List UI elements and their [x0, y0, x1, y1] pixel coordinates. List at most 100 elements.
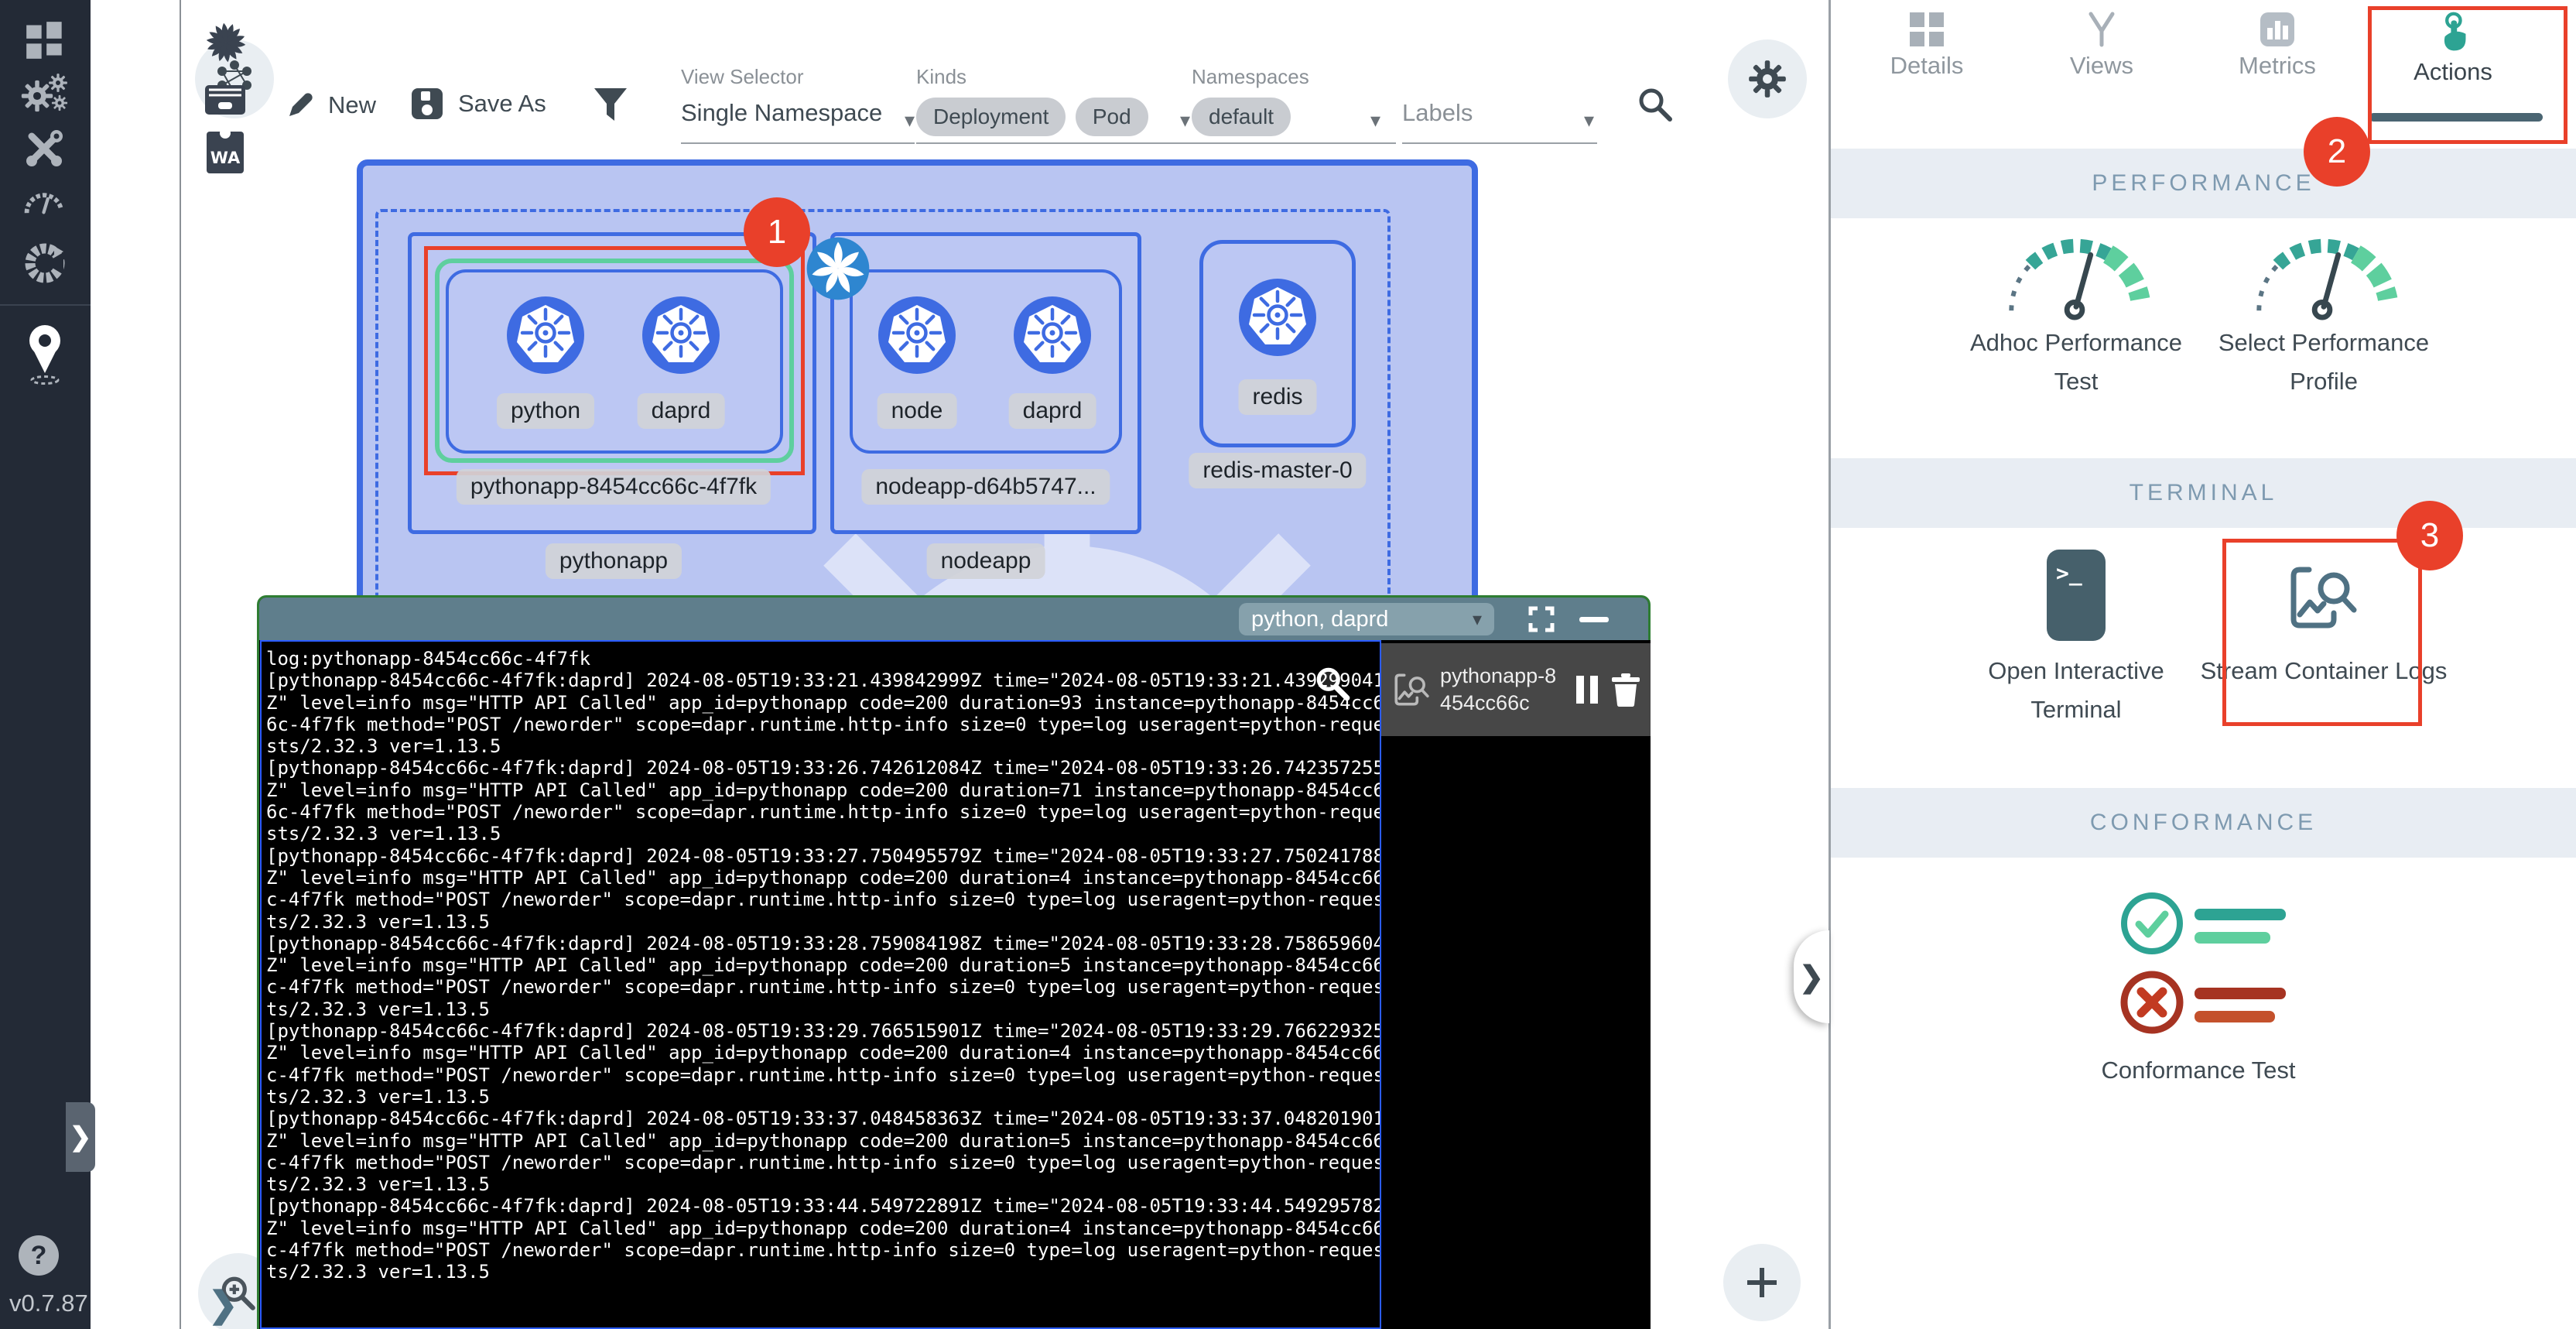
toolbox-icon[interactable] [24, 128, 64, 169]
log-line: Z" level=info msg="HTTP API Called" app_… [266, 867, 1375, 889]
search-icon[interactable] [1636, 85, 1675, 124]
namespace-chip[interactable]: default [1192, 98, 1291, 136]
dropdown-caret-icon: ▾ [905, 108, 915, 132]
new-button[interactable]: New [285, 90, 376, 121]
dropdown-caret-icon: ▾ [1370, 108, 1380, 132]
deployment-name-label: nodeapp [927, 543, 1045, 579]
log-line: ts/2.32.3 ver=1.13.5 [266, 1086, 1375, 1108]
settings-gears-icon[interactable] [20, 71, 70, 118]
log-line: [pythonapp-8454cc66c-4f7fk:daprd] 2024-0… [266, 757, 1375, 779]
action-conformance-test[interactable]: Conformance Test [2082, 1051, 2314, 1090]
log-line: [pythonapp-8454cc66c-4f7fk:daprd] 2024-0… [266, 1020, 1375, 1042]
log-line: Z" level=info msg="HTTP API Called" app_… [266, 779, 1375, 801]
kubernetes-container-icon[interactable] [507, 296, 584, 374]
save-as-button[interactable]: Save As [410, 87, 546, 121]
log-pane[interactable]: log:pythonapp-8454cc66c-4f7fk [pythonapp… [260, 640, 1381, 1329]
dapr-spinner-icon[interactable] [806, 236, 871, 301]
log-line: sts/2.32.3 ver=1.13.5 [266, 823, 1375, 844]
log-line: ts/2.32.3 ver=1.13.5 [266, 1261, 1375, 1283]
log-session-row[interactable]: pythonapp-8454cc66c [1381, 643, 1651, 736]
tab-details[interactable]: Details [1849, 11, 2004, 80]
container-label: daprd [638, 393, 725, 429]
rail-expand-chevron[interactable]: ❯ [208, 1283, 238, 1325]
kubernetes-resources-icon[interactable] [23, 241, 67, 285]
meshsync-spiral-icon[interactable] [202, 19, 250, 67]
kubernetes-container-icon[interactable] [1014, 296, 1091, 374]
view-selector-value: Single Namespace [681, 99, 882, 126]
log-line: sts/2.32.3 ver=1.13.5 [266, 735, 1375, 757]
conformance-section-header: CONFORMANCE [1831, 788, 2576, 858]
kubernetes-container-icon[interactable] [642, 296, 720, 374]
sidebar-expand-handle[interactable]: ❯ [66, 1102, 95, 1172]
container-selector-dropdown[interactable]: python, daprd ▾ [1239, 603, 1494, 635]
log-search-icon[interactable] [1312, 663, 1353, 704]
log-line: c-4f7fk method="POST /neworder" scope=da… [266, 1064, 1375, 1086]
log-line: Z" level=info msg="HTTP API Called" app_… [266, 1218, 1375, 1239]
plugins-rail: WA ❯ [91, 0, 181, 1329]
sidebar-divider [0, 304, 91, 306]
question-mark-icon: ? [31, 1241, 47, 1271]
fullscreen-icon[interactable] [1528, 606, 1555, 632]
gear-icon [1747, 59, 1787, 99]
tutorial-badge-3: 3 [2396, 501, 2463, 570]
kinds-label: Kinds [916, 65, 966, 89]
tab-label: Views [2024, 52, 2179, 80]
kind-chip[interactable]: Pod [1076, 98, 1148, 136]
tab-views[interactable]: Views [2024, 11, 2179, 80]
save-icon [410, 87, 444, 121]
log-line: [pythonapp-8454cc66c-4f7fk:daprd] 2024-0… [266, 670, 1375, 691]
plus-icon [1744, 1265, 1780, 1300]
kubernetes-container-icon[interactable] [878, 296, 956, 374]
kind-chip[interactable]: Deployment [916, 98, 1066, 136]
log-line: [pythonapp-8454cc66c-4f7fk:daprd] 2024-0… [266, 1195, 1375, 1217]
tab-label: Details [1849, 52, 2004, 80]
highlight-red-box [424, 246, 805, 475]
log-line: Z" level=info msg="HTTP API Called" app_… [266, 692, 1375, 714]
action-select-performance-profile[interactable]: Select Performance Profile [2200, 324, 2448, 401]
log-line: log:pythonapp-8454cc66c-4f7fk [266, 648, 1375, 670]
terminal-titlebar[interactable]: python, daprd ▾ [259, 598, 1648, 640]
filter-funnel-icon[interactable] [593, 87, 628, 125]
session-name: pythonapp-8454cc66c [1440, 663, 1565, 717]
log-line: [pythonapp-8454cc66c-4f7fk:daprd] 2024-0… [266, 845, 1375, 867]
dropdown-caret-icon: ▾ [1180, 108, 1190, 132]
log-line: Z" level=info msg="HTTP API Called" app_… [266, 1042, 1375, 1064]
view-selector-label: View Selector [681, 65, 804, 89]
views-icon [2083, 11, 2120, 48]
dropdown-caret-icon: ▾ [1584, 108, 1594, 132]
view-selector-select[interactable]: Single Namespace ▾ [681, 99, 915, 127]
performance-section-header: PERFORMANCE [1831, 149, 2576, 218]
terminal-section-header: TERMINAL [1831, 458, 2576, 528]
conformance-pass-icon [2117, 889, 2311, 960]
help-button[interactable]: ? [19, 1235, 59, 1276]
namespaces-select[interactable]: default ▾ [1192, 98, 1396, 136]
add-node-button[interactable] [1723, 1244, 1801, 1321]
actions-panel: Details Views Metrics Actions PERFORMANC… [1831, 0, 2576, 1329]
wasm-icon[interactable]: WA [207, 132, 244, 173]
log-line: c-4f7fk method="POST /neworder" scope=da… [266, 1239, 1375, 1261]
tutorial-highlight-actions [2368, 6, 2567, 144]
log-line: 6c-4f7fk method="POST /neworder" scope=d… [266, 801, 1375, 823]
minimize-icon[interactable] [1579, 617, 1609, 622]
conformance-fail-icon [2117, 968, 2311, 1039]
container-label: python [497, 393, 594, 429]
action-adhoc-performance-test[interactable]: Adhoc Performance Test [1952, 324, 2200, 401]
performance-gauge-icon[interactable] [22, 186, 67, 220]
delete-session-icon[interactable] [1610, 673, 1641, 707]
namespaces-label: Namespaces [1192, 65, 1309, 89]
kubernetes-container-icon[interactable] [1239, 279, 1316, 356]
pause-stream-icon[interactable] [1575, 674, 1601, 705]
dashboard-icon[interactable] [25, 20, 65, 60]
log-line: 6c-4f7fk method="POST /neworder" scope=d… [266, 714, 1375, 735]
panel-collapse-handle[interactable]: ❯ [1794, 930, 1829, 1023]
kinds-select[interactable]: Deployment Pod ▾ [916, 98, 1213, 136]
archive-icon[interactable] [204, 77, 247, 118]
deployment-name-label: pythonapp [546, 543, 682, 579]
tab-metrics[interactable]: Metrics [2200, 11, 2355, 80]
labels-select[interactable]: Labels ▾ [1402, 99, 1597, 127]
action-open-interactive-terminal[interactable]: Open Interactive Terminal [1952, 652, 2200, 729]
meshmap-pin-icon[interactable] [22, 320, 68, 387]
log-terminal-window[interactable]: python, daprd ▾ log:pythonapp-8454cc66c-… [257, 595, 1651, 1329]
canvas-settings-button[interactable] [1728, 39, 1807, 118]
pencil-icon [285, 90, 316, 121]
